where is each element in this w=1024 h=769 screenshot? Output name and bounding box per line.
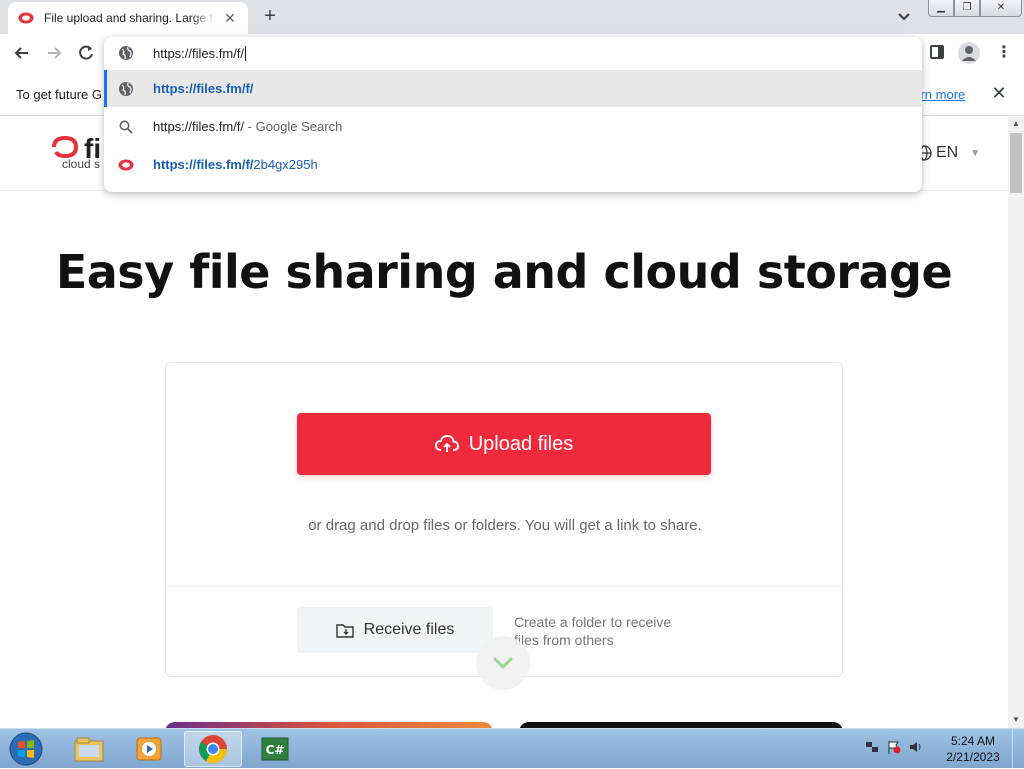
media-player-icon [136, 737, 162, 761]
scroll-down-hint-button[interactable] [476, 636, 530, 690]
card-divider [166, 586, 844, 587]
globe-icon [119, 46, 133, 60]
new-tab-button[interactable]: + [260, 6, 280, 26]
scroll-up-arrow-icon[interactable]: ▲ [1008, 117, 1024, 131]
receive-files-label: Receive files [363, 621, 455, 638]
windows-taskbar: C# 5:24 AM 2/21/2023 [0, 728, 1024, 769]
tab-search-chevron-icon[interactable] [896, 8, 912, 24]
page-viewport: fi cloud s EN ▼ Easy file sharing and cl… [0, 117, 1008, 728]
reload-icon[interactable] [76, 43, 96, 63]
scroll-down-arrow-icon[interactable]: ▼ [1008, 713, 1024, 727]
cloud-upload-icon [434, 435, 459, 452]
csharp-app-icon: C# [261, 737, 289, 761]
scroll-thumb[interactable] [1010, 133, 1022, 193]
address-value: https://files.fm/f/ [153, 46, 245, 61]
forward-arrow-icon[interactable] [44, 43, 64, 63]
search-icon [119, 120, 133, 134]
back-arrow-icon[interactable] [12, 43, 32, 63]
upload-card: Upload files or drag and drop files or f… [165, 362, 844, 677]
suggestion-url-suffix: 2b4gx295h [253, 157, 318, 172]
upload-files-button[interactable]: Upload files [297, 413, 711, 475]
folder-download-icon [335, 624, 354, 638]
suggestion-url: https://files.fm/f/ [153, 81, 254, 96]
chrome-icon [199, 735, 227, 763]
window-controls: ▁ ❐ ✕ [928, 0, 1022, 18]
tab-strip: File upload and sharing. Large fil ✕ + ▁… [0, 0, 1024, 34]
taskbar-clock[interactable]: 5:24 AM 2/21/2023 [940, 733, 1006, 765]
page-scrollbar[interactable]: ▲ ▼ [1008, 117, 1024, 728]
svg-text:C#: C# [266, 743, 285, 757]
language-label: EN [936, 144, 959, 161]
taskbar-media-player[interactable] [120, 731, 178, 767]
person-icon [962, 46, 976, 61]
side-panel-icon[interactable] [930, 45, 944, 59]
tab-close-icon[interactable]: ✕ [222, 10, 238, 26]
receive-files-description: Create a folder to receive files from ot… [514, 614, 672, 648]
window-close-button[interactable]: ✕ [980, 0, 1022, 17]
address-bar[interactable]: https://files.fm/f/ [104, 37, 922, 70]
browser-menu-icon[interactable]: ⋮ [996, 43, 1012, 63]
file-explorer-icon [74, 737, 104, 762]
globe-icon [119, 82, 133, 96]
logo-tagline: cloud s [62, 157, 101, 171]
taskbar-chrome[interactable] [184, 731, 242, 767]
hero-title: Easy file sharing and cloud storage [55, 245, 953, 299]
suggestion-query: https://files.fm/f/ [153, 119, 245, 134]
tab-title: File upload and sharing. Large fil [44, 11, 216, 25]
receive-files-button[interactable]: Receive files [297, 607, 493, 653]
profile-avatar-icon[interactable] [958, 42, 980, 64]
suggestion-url: https://files.fm/f/ [153, 157, 254, 172]
taskbar-csharp-app[interactable]: C# [246, 731, 304, 767]
drag-drop-hint: or drag and drop files or folders. You w… [308, 517, 702, 534]
omnibox-suggestion[interactable]: https://files.fm/f/ - Google Search [104, 108, 922, 145]
omnibox-suggestion[interactable]: https://files.fm/f/2b4gx295h [104, 146, 922, 183]
system-tray [864, 739, 924, 755]
files-fm-logo-icon [52, 135, 79, 159]
suggestion-search-suffix: - Google Search [244, 119, 343, 134]
address-input[interactable]: https://files.fm/f/ [153, 46, 247, 61]
files-fm-favicon [118, 159, 134, 171]
chevron-down-icon [493, 657, 513, 670]
omnibox-suggestion[interactable]: https://files.fm/f/ [104, 70, 922, 107]
minimize-button[interactable]: ▁ [928, 0, 954, 17]
chevron-down-icon: ▼ [970, 147, 981, 159]
language-selector[interactable]: EN ▼ [916, 144, 980, 162]
windows-start-button[interactable] [6, 731, 46, 767]
upload-files-label: Upload files [468, 432, 574, 455]
omnibox-dropdown: https://files.fm/f/ https://files.fm/f/ … [104, 37, 922, 192]
clock-time: 5:24 AM [950, 734, 996, 748]
info-bar-text: To get future G [16, 87, 102, 102]
restore-button[interactable]: ❐ [954, 0, 980, 17]
browser-tab[interactable]: File upload and sharing. Large fil ✕ [8, 2, 248, 34]
show-desktop-button[interactable] [1012, 729, 1024, 769]
volume-icon[interactable] [908, 739, 924, 755]
network-icon[interactable] [864, 739, 880, 755]
clock-date: 2/21/2023 [946, 750, 1000, 764]
info-bar-close-icon[interactable]: ✕ [990, 84, 1008, 102]
taskbar-explorer[interactable] [60, 731, 118, 767]
files-fm-favicon [18, 12, 34, 24]
action-center-flag-icon[interactable] [886, 739, 902, 755]
